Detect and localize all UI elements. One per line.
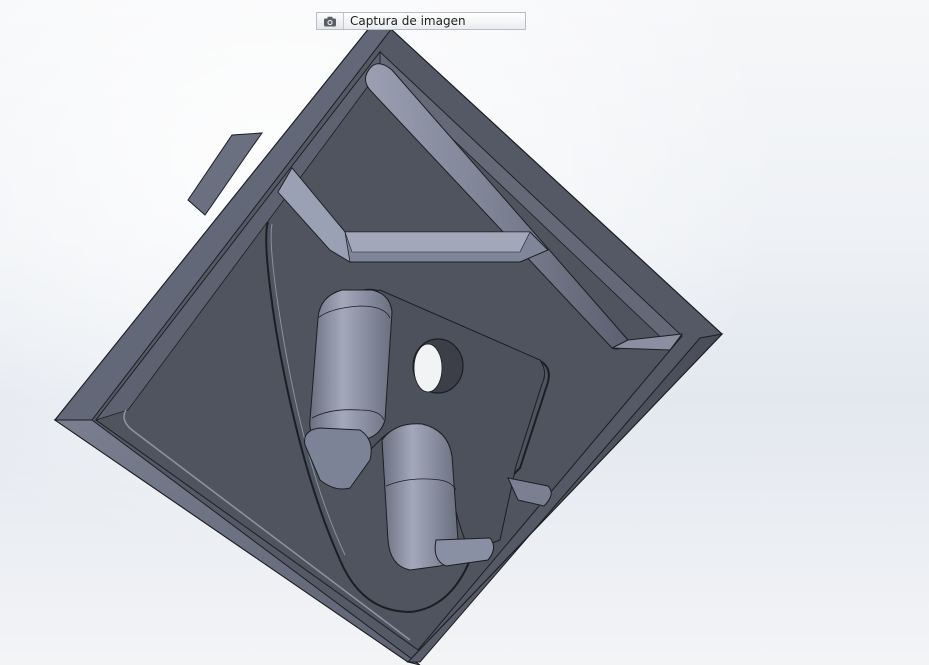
graphics-viewport[interactable]: Captura de imagen <box>0 0 929 665</box>
capture-label[interactable]: Captura de imagen <box>344 14 466 28</box>
capture-toolbar: Captura de imagen <box>316 12 526 30</box>
camera-icon[interactable] <box>317 13 344 29</box>
rib-s-left-vertical <box>309 289 393 441</box>
3d-part-model[interactable] <box>0 0 929 665</box>
